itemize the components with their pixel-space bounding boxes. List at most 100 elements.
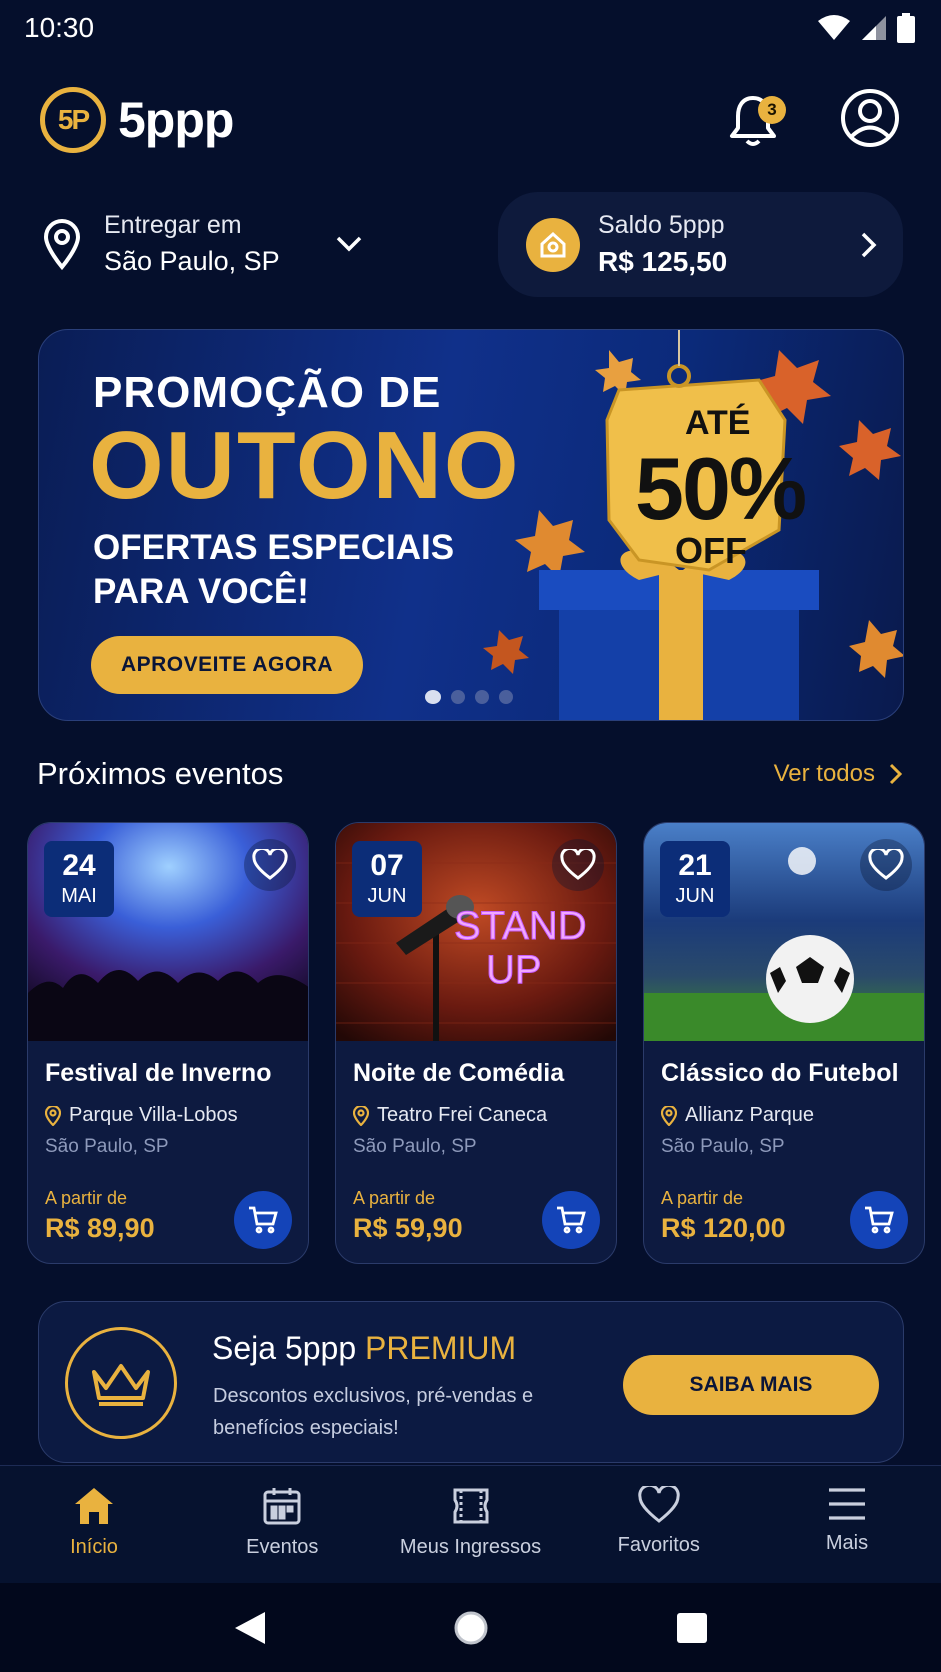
event-month: MAI	[61, 884, 97, 907]
location-pin-icon	[45, 1105, 61, 1126]
event-city: São Paulo, SP	[353, 1136, 477, 1157]
brand-logo-text: 5P	[57, 104, 90, 135]
event-month: JUN	[675, 884, 715, 907]
location-pin-icon	[43, 219, 81, 270]
recents-icon[interactable]	[676, 1612, 708, 1644]
event-price: R$ 89,90	[45, 1213, 155, 1243]
location-pin-icon	[353, 1105, 369, 1126]
promo-banner[interactable]: PROMOÇÃO DE OUTONO OFERTAS ESPECIAIS PAR…	[38, 329, 904, 721]
event-day: 24	[62, 848, 96, 882]
event-venue: Parque Villa-Lobos	[45, 1104, 238, 1127]
header-actions: 3	[728, 88, 900, 153]
favorite-button[interactable]	[552, 839, 604, 891]
section-title: Próximos eventos	[37, 756, 284, 791]
tab-label: Mais	[825, 1532, 869, 1554]
banner-headline: OUTONO	[89, 412, 521, 519]
delivery-location-selector[interactable]: Entregar em São Paulo, SP	[42, 204, 372, 284]
location-pin-icon	[661, 1105, 677, 1126]
app-header: 5P 5ppp 3	[40, 86, 900, 154]
heart-icon	[868, 849, 904, 880]
premium-promo-card: Seja 5ppp PREMIUM Descontos exclusivos, …	[38, 1301, 904, 1463]
chevron-right-icon	[889, 763, 903, 785]
banner-line-1: PROMOÇÃO DE	[93, 368, 442, 417]
add-to-cart-button[interactable]	[234, 1191, 292, 1249]
location-value: São Paulo, SP	[104, 246, 280, 276]
brand-name: 5ppp	[118, 92, 234, 148]
carousel-indicator	[425, 690, 513, 704]
wifi-icon	[818, 15, 850, 40]
heart-icon	[252, 849, 288, 880]
balance-amount: R$ 125,50	[598, 246, 728, 277]
premium-title-highlight: PREMIUM	[365, 1330, 517, 1366]
balance-card[interactable]: Saldo 5ppp R$ 125,50	[498, 192, 903, 297]
brand-logo: 5P	[40, 87, 106, 153]
add-to-cart-button[interactable]	[850, 1191, 908, 1249]
event-price: R$ 59,90	[353, 1213, 463, 1243]
user-icon	[841, 88, 899, 147]
brand[interactable]: 5P 5ppp	[40, 87, 234, 153]
tab-home[interactable]: Início	[0, 1466, 188, 1583]
events-carousel: 24 MAI Festival de Inverno Parque Villa-…	[27, 822, 941, 1264]
bottom-tab-bar: Início Eventos Meus Ingressos Favoritos …	[0, 1465, 941, 1583]
premium-description: Descontos exclusivos, pré-vendas e benef…	[213, 1385, 534, 1439]
cart-icon	[557, 1206, 586, 1234]
chevron-right-icon	[861, 232, 877, 257]
home-icon	[75, 1488, 113, 1524]
event-month: JUN	[367, 884, 407, 907]
tab-favorites[interactable]: Favoritos	[565, 1466, 753, 1583]
event-name: Clássico do Futebol	[661, 1059, 899, 1087]
ticket-icon	[453, 1488, 488, 1524]
notification-badge: 3	[758, 96, 786, 124]
event-venue-label: Parque Villa-Lobos	[69, 1104, 238, 1126]
learn-more-button[interactable]: SAIBA MAIS	[623, 1355, 879, 1415]
heart-icon	[560, 849, 596, 880]
upcoming-events-header: Próximos eventos Ver todos	[37, 752, 903, 796]
event-city: São Paulo, SP	[45, 1136, 169, 1157]
tab-more[interactable]: Mais	[753, 1466, 941, 1583]
carousel-dot[interactable]	[499, 690, 513, 704]
heart-icon	[638, 1486, 680, 1523]
cart-icon	[865, 1206, 894, 1234]
event-date-badge: 07 JUN	[352, 841, 422, 917]
notifications-button[interactable]: 3	[728, 92, 786, 148]
banner-subtitle: OFERTAS ESPECIAIS PARA VOCÊ!	[93, 528, 455, 611]
balance-texts: Saldo 5ppp R$ 125,50	[598, 211, 861, 278]
status-time: 10:30	[24, 12, 95, 43]
tab-my-tickets[interactable]: Meus Ingressos	[377, 1466, 565, 1583]
carousel-dot[interactable]	[425, 690, 441, 704]
tag-text-off: OFF	[675, 530, 747, 571]
price-from-label: A partir de	[661, 1188, 744, 1208]
event-date-badge: 24 MAI	[44, 841, 114, 917]
favorite-button[interactable]	[860, 839, 912, 891]
profile-button[interactable]	[840, 88, 900, 153]
event-date-badge: 21 JUN	[660, 841, 730, 917]
event-day: 07	[370, 848, 404, 882]
status-icons	[817, 13, 915, 43]
event-card[interactable]: 24 MAI Festival de Inverno Parque Villa-…	[27, 822, 309, 1264]
favorite-button[interactable]	[244, 839, 296, 891]
price-from-label: A partir de	[353, 1188, 436, 1208]
event-card[interactable]: STAND UP 07 JUN Noite de Comédia Teatro F…	[335, 822, 617, 1264]
event-name: Noite de Comédia	[353, 1059, 565, 1087]
carousel-dot[interactable]	[475, 690, 489, 704]
premium-title: Seja 5ppp PREMIUM	[212, 1330, 516, 1367]
event-venue-label: Teatro Frei Caneca	[377, 1104, 548, 1126]
event-card[interactable]: 21 JUN Clássico do Futebol Allianz Parqu…	[643, 822, 925, 1264]
banner-cta-button[interactable]: APROVEITE AGORA	[91, 636, 363, 694]
back-icon[interactable]	[233, 1610, 267, 1646]
wallet-coin-icon	[526, 217, 580, 272]
carousel-dot[interactable]	[451, 690, 465, 704]
crown-icon	[65, 1327, 177, 1439]
tab-label: Favoritos	[617, 1534, 700, 1556]
price-from-label: A partir de	[45, 1188, 128, 1208]
location-texts: Entregar em São Paulo, SP	[104, 211, 280, 277]
home-circle-icon[interactable]	[453, 1610, 489, 1646]
signal-icon	[862, 16, 886, 40]
menu-icon	[829, 1488, 865, 1520]
location-label: Entregar em	[104, 211, 242, 239]
tab-events[interactable]: Eventos	[188, 1466, 376, 1583]
add-to-cart-button[interactable]	[542, 1191, 600, 1249]
see-all-link[interactable]: Ver todos	[774, 760, 903, 788]
tab-label: Eventos	[246, 1536, 319, 1558]
balance-label: Saldo 5ppp	[598, 211, 725, 239]
